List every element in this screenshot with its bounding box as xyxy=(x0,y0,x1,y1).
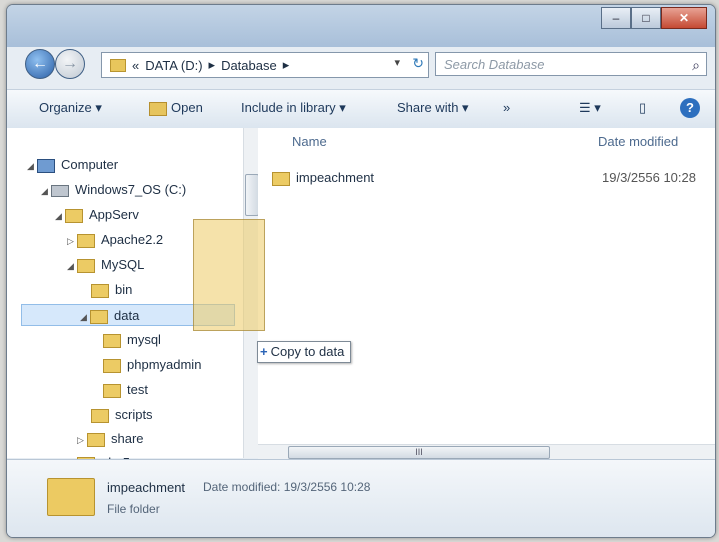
folder-icon xyxy=(272,171,290,186)
tooltip-text: Copy to data xyxy=(270,344,345,359)
tree-item-bin[interactable]: bin xyxy=(91,279,132,301)
expanded-arrow-icon[interactable]: ◢ xyxy=(80,306,90,328)
refresh-icon[interactable]: ↻ xyxy=(412,55,424,72)
back-button[interactable]: ← xyxy=(25,49,55,79)
details-pane: impeachment Date modified: 19/3/2556 10:… xyxy=(7,459,715,537)
folder-icon xyxy=(65,208,83,223)
collapsed-arrow-icon[interactable]: ▷ xyxy=(77,429,87,451)
file-date: 19/3/2556 10:28 xyxy=(602,170,696,185)
close-button[interactable]: ✕ xyxy=(661,7,707,29)
open-folder-icon xyxy=(149,101,167,116)
computer-icon xyxy=(37,158,55,173)
address-dropdown-icon[interactable]: ▾ xyxy=(394,56,400,69)
expanded-arrow-icon[interactable]: ◢ xyxy=(27,155,37,177)
expanded-arrow-icon[interactable]: ◢ xyxy=(55,205,65,227)
breadcrumb-database[interactable]: Database xyxy=(221,58,277,73)
folder-icon xyxy=(90,309,108,324)
folder-icon xyxy=(110,58,126,72)
title-bar: – □ ✕ xyxy=(7,5,715,47)
details-name: impeachment xyxy=(107,480,186,495)
tree-item-label: data xyxy=(114,308,140,323)
scrollbar-thumb[interactable] xyxy=(245,174,259,216)
folder-icon xyxy=(103,333,121,348)
expanded-arrow-icon[interactable]: ◢ xyxy=(41,180,51,202)
tree-item-windows7-os[interactable]: ◢ Windows7_OS (C:) xyxy=(41,179,186,201)
tree-item-appserv[interactable]: ◢ AppServ xyxy=(55,204,139,226)
drag-folder-icon xyxy=(193,219,265,331)
tree-item-apache[interactable]: ▷ Apache2.2 xyxy=(67,229,163,251)
folder-icon xyxy=(47,478,95,516)
tree-item-label: Windows7_OS (C:) xyxy=(75,182,187,197)
preview-pane-icon[interactable]: ▯ xyxy=(639,100,646,116)
tree-item-label: MySQL xyxy=(101,257,145,272)
tree-item-label: mysql xyxy=(127,332,161,347)
tree-item-test[interactable]: test xyxy=(103,379,148,401)
drag-tooltip: + Copy to data xyxy=(257,341,352,363)
copy-plus-icon: + xyxy=(260,344,268,359)
tree-item-scripts[interactable]: scripts xyxy=(91,404,153,426)
tree-item-label: Apache2.2 xyxy=(101,232,164,247)
folder-icon xyxy=(103,358,121,373)
folder-icon xyxy=(103,383,121,398)
forward-button[interactable]: → xyxy=(55,49,85,79)
tree-item-label: AppServ xyxy=(89,207,139,222)
folder-icon xyxy=(77,233,95,248)
tree-item-mysql-db[interactable]: mysql xyxy=(103,329,161,351)
breadcrumb-drive[interactable]: DATA (D:) xyxy=(145,58,202,73)
tree-item-label: Computer xyxy=(61,157,119,172)
details-type: File folder xyxy=(107,502,160,516)
include-in-library-button[interactable]: Include in library ▾ xyxy=(241,100,346,116)
address-bar[interactable]: « DATA (D:) ▸ Database ▸ ▾ ↻ xyxy=(101,52,429,78)
folder-icon xyxy=(87,432,105,447)
tree-item-phpmyadmin[interactable]: phpmyadmin xyxy=(103,354,201,376)
help-icon[interactable]: ? xyxy=(680,98,700,118)
window-controls: – □ ✕ xyxy=(601,7,707,29)
column-header-name[interactable]: Name xyxy=(292,134,327,149)
column-header-date[interactable]: Date modified xyxy=(598,134,678,149)
tree-item-mysql[interactable]: ◢ MySQL xyxy=(67,254,144,276)
minimize-button[interactable]: – xyxy=(601,7,631,29)
search-placeholder: Search Database xyxy=(444,57,545,72)
file-list: Name Date modified impeachment 19/3/2556… xyxy=(258,128,715,459)
more-commands-button[interactable]: » xyxy=(503,100,510,115)
folder-icon xyxy=(91,283,109,298)
folder-icon xyxy=(77,258,95,273)
tree-item-share[interactable]: ▷ share xyxy=(77,428,144,450)
open-label: Open xyxy=(171,100,203,115)
tree-item-label: test xyxy=(127,382,148,397)
organize-button[interactable]: Organize ▾ xyxy=(39,100,102,116)
breadcrumb-overflow[interactable]: « xyxy=(132,58,139,73)
breadcrumb-separator-icon[interactable]: ▸ xyxy=(209,57,216,73)
explorer-window: – □ ✕ ← → « DATA (D:) ▸ Database ▸ ▾ ↻ S… xyxy=(6,4,716,538)
folder-icon xyxy=(91,408,109,423)
breadcrumb-separator-icon[interactable]: ▸ xyxy=(283,57,290,73)
tree-item-label: share xyxy=(111,431,144,446)
open-button[interactable]: Open xyxy=(149,100,203,116)
share-with-button[interactable]: Share with ▾ xyxy=(397,100,469,116)
tree-item-label: phpmyadmin xyxy=(127,357,202,372)
search-input[interactable]: Search Database ⌕ xyxy=(435,52,707,76)
command-bar: Organize ▾ Open Include in library ▾ Sha… xyxy=(7,89,715,129)
horizontal-scrollbar[interactable]: III xyxy=(258,444,715,459)
details-date: Date modified: 19/3/2556 10:28 xyxy=(203,480,371,494)
scrollbar-thumb[interactable]: III xyxy=(288,446,550,459)
tree-item-label: bin xyxy=(115,282,133,297)
file-row[interactable]: impeachment 19/3/2556 10:28 xyxy=(272,167,712,189)
drive-icon xyxy=(51,184,69,197)
maximize-button[interactable]: □ xyxy=(631,7,661,29)
collapsed-arrow-icon[interactable]: ▷ xyxy=(67,230,77,252)
tree-item-label: scripts xyxy=(115,407,153,422)
search-icon[interactable]: ⌕ xyxy=(692,53,700,77)
expanded-arrow-icon[interactable]: ◢ xyxy=(67,255,77,277)
tree-item-computer[interactable]: ◢ Computer xyxy=(27,154,118,176)
file-name: impeachment xyxy=(296,170,375,185)
views-icon[interactable]: ☰ ▾ xyxy=(579,100,601,116)
